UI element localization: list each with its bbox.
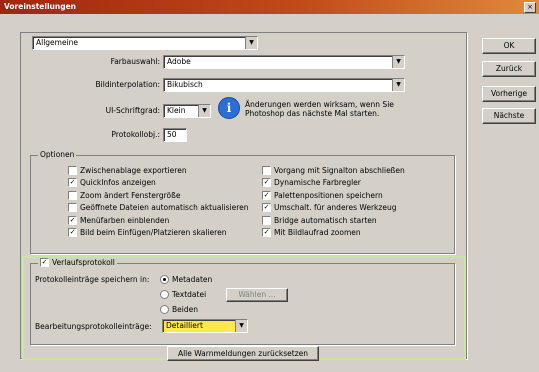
chevron-down-icon: ▼ <box>392 79 404 91</box>
options-legend: Optionen <box>38 150 77 159</box>
option-left-4[interactable]: ✓ Menüfarben einblenden <box>68 214 249 227</box>
checkbox[interactable]: ✓ <box>262 190 271 200</box>
save-in-label: Protokolleinträge speichern in: <box>35 275 150 284</box>
radio-button[interactable] <box>160 290 169 299</box>
section-select[interactable]: Allgemeine ▼ <box>32 36 258 50</box>
chevron-down-icon: ▼ <box>235 320 247 332</box>
option-right-4[interactable]: Bridge automatisch starten <box>262 214 405 227</box>
edit-entries-label: Bearbeitungsprotokolleinträge: <box>35 322 152 331</box>
next-button[interactable]: Nächste <box>482 108 536 124</box>
info-icon: i <box>218 97 240 119</box>
option-right-2[interactable]: ✓ Palettenpositionen speichern <box>262 189 405 202</box>
color-picker-label: Farbauswahl: <box>110 57 160 66</box>
history-log-checkbox[interactable]: ✓ <box>40 258 49 267</box>
option-right-5[interactable]: ✓ Mit Bildlaufrad zoomen <box>262 227 405 240</box>
checkbox[interactable] <box>262 165 271 175</box>
option-left-1[interactable]: ✓ QuickInfos anzeigen <box>68 177 249 190</box>
options-left-column: Zwischenablage exportieren ✓ QuickInfos a… <box>68 164 249 239</box>
title-bar[interactable]: Voreinstellungen × <box>0 0 539 14</box>
radio-button[interactable] <box>160 305 169 314</box>
radio-textfile[interactable]: Textdatei <box>160 290 206 299</box>
checkbox[interactable]: ✓ <box>262 203 271 213</box>
checkbox[interactable]: ✓ <box>68 178 77 188</box>
interpolation-label: Bildinterpolation: <box>95 80 160 89</box>
color-picker-select[interactable]: Adobe ▼ <box>163 55 405 69</box>
checkbox[interactable]: ✓ <box>262 228 271 238</box>
history-states-label: Protokollobj.: <box>111 130 160 139</box>
option-left-0[interactable]: Zwischenablage exportieren <box>68 164 249 177</box>
radio-metadata[interactable]: Metadaten <box>160 275 212 284</box>
chevron-down-icon: ▼ <box>392 56 404 68</box>
history-log-checkbox-row[interactable]: ✓ Verlaufsprotokoll <box>38 258 117 267</box>
close-icon: × <box>527 3 533 11</box>
back-button[interactable]: Zurück <box>482 61 536 77</box>
checkbox[interactable]: ✓ <box>68 228 77 238</box>
restart-note: Änderungen werden wirksam, wenn Sie Phot… <box>245 100 394 118</box>
checkbox[interactable] <box>68 165 77 175</box>
option-left-3[interactable]: Geöffnete Dateien automatisch aktualisie… <box>68 202 249 215</box>
chevron-down-icon: ▼ <box>198 105 210 117</box>
ok-button[interactable]: OK <box>482 38 536 54</box>
history-states-input[interactable]: 50 <box>163 128 187 142</box>
edit-entries-select[interactable]: Detailliert ▼ <box>162 319 248 333</box>
option-right-3[interactable]: ✓ Umschalt. für anderes Werkzeug <box>262 202 405 215</box>
option-right-1[interactable]: ✓ Dynamische Farbregler <box>262 177 405 190</box>
checkbox[interactable] <box>262 215 271 225</box>
option-left-5[interactable]: ✓ Bild beim Einfügen/Platzieren skalieren <box>68 227 249 240</box>
radio-both[interactable]: Beiden <box>160 305 198 314</box>
reset-warnings-button[interactable]: Alle Warnmeldungen zurücksetzen <box>167 346 319 361</box>
checkbox[interactable] <box>68 203 77 213</box>
choose-button[interactable]: Wählen ... <box>226 288 288 302</box>
section-select-value: Allgemeine <box>36 38 79 47</box>
close-button[interactable]: × <box>524 2 536 13</box>
checkbox[interactable] <box>68 190 77 200</box>
ui-font-select[interactable]: Klein ▼ <box>163 104 211 118</box>
radio-button[interactable] <box>160 275 169 284</box>
window-title: Voreinstellungen <box>4 2 76 11</box>
option-right-0[interactable]: Vorgang mit Signalton abschließen <box>262 164 405 177</box>
options-right-column: Vorgang mit Signalton abschließen ✓ Dynam… <box>262 164 405 239</box>
interpolation-select[interactable]: Bikubisch ▼ <box>163 78 405 92</box>
ui-font-label: UI-Schriftgrad: <box>105 106 160 115</box>
option-left-2[interactable]: Zoom ändert Fenstergröße <box>68 189 249 202</box>
prev-button[interactable]: Vorherige <box>482 86 536 102</box>
checkbox[interactable]: ✓ <box>68 215 77 225</box>
chevron-down-icon: ▼ <box>245 37 257 49</box>
checkbox[interactable]: ✓ <box>262 178 271 188</box>
